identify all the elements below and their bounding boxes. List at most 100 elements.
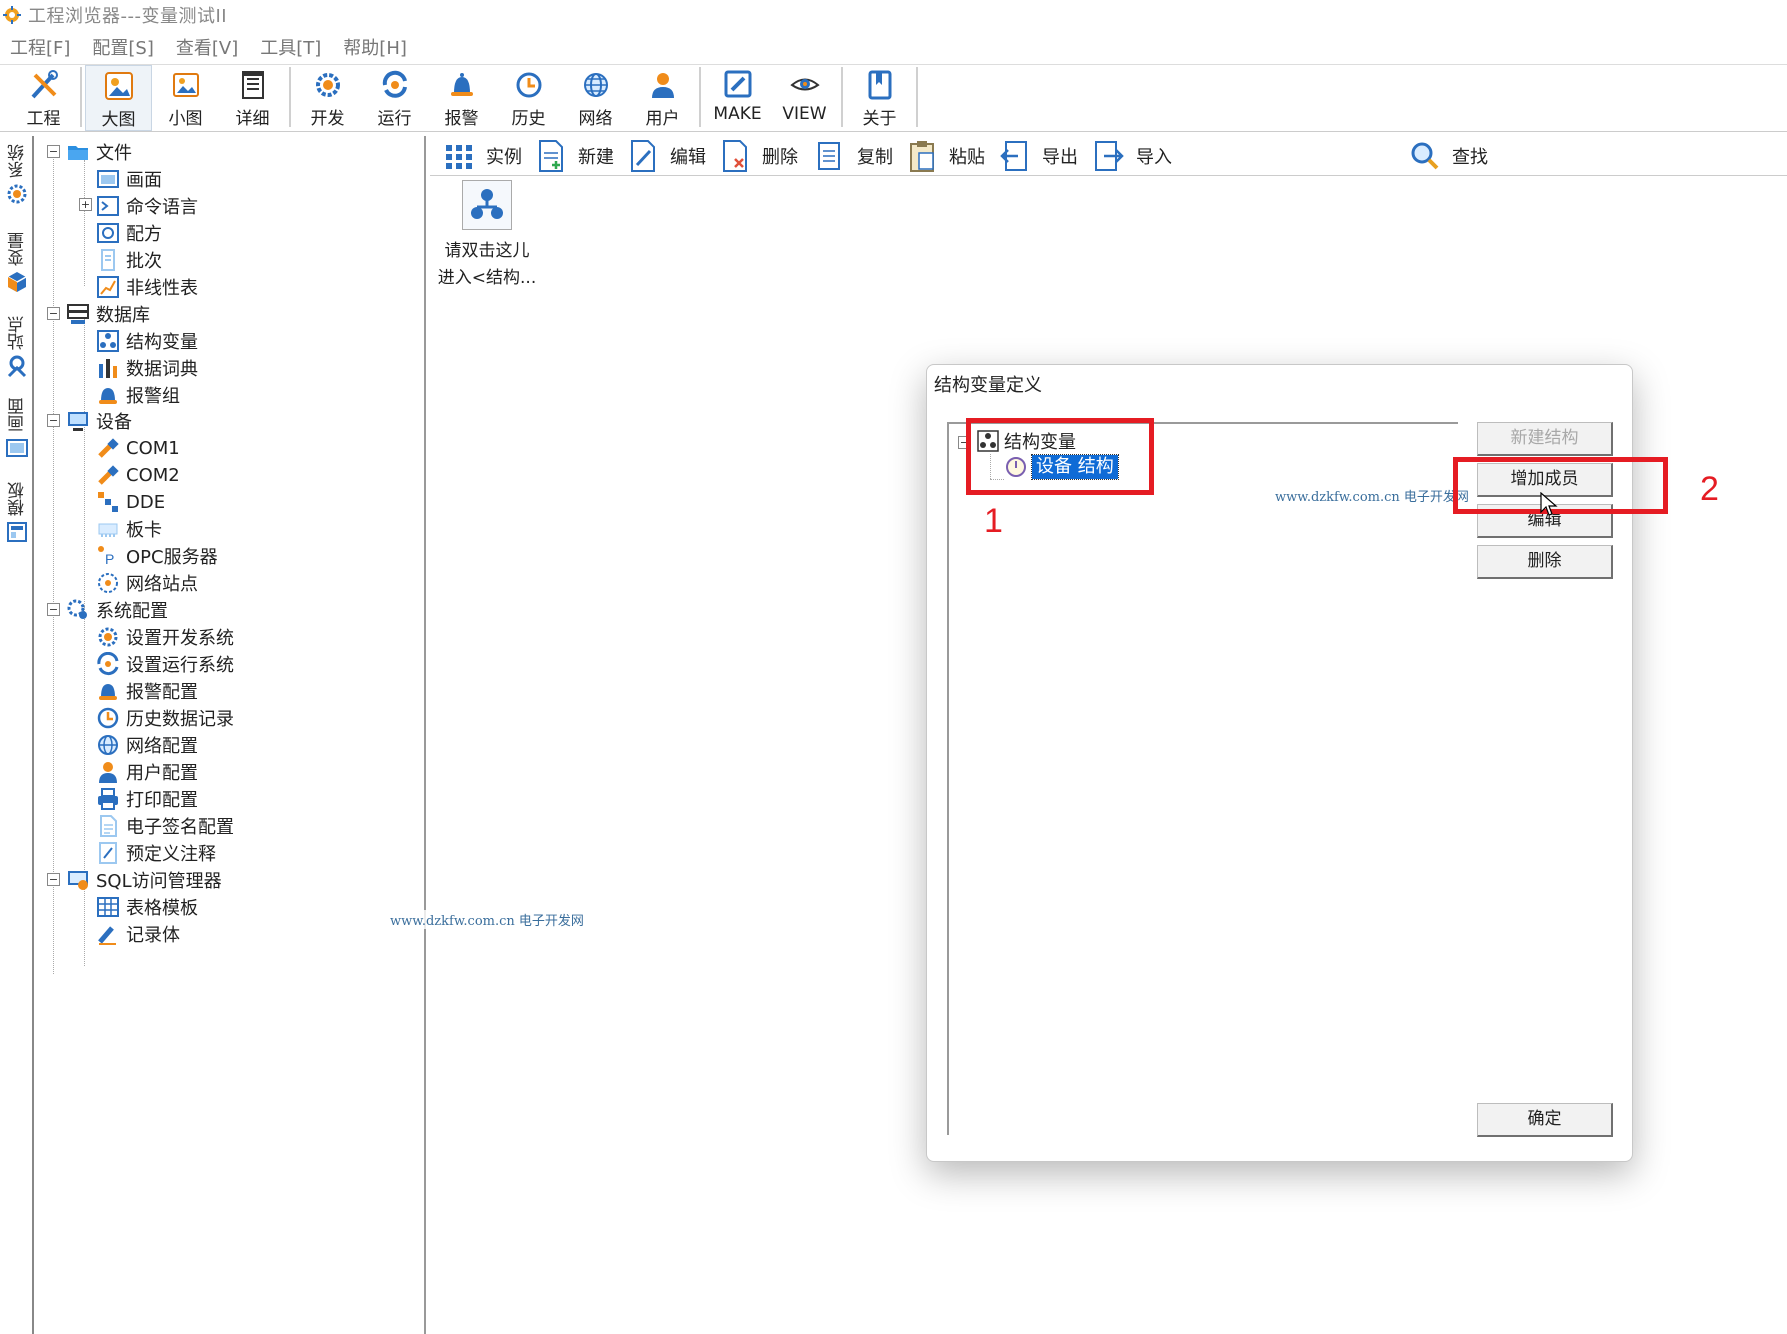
document-icon [100, 815, 117, 837]
tree-alarm-group[interactable]: 报警组 [96, 381, 180, 409]
menu-project[interactable]: 工程[F] [10, 34, 70, 60]
collapse-sql-manager[interactable]: − [47, 873, 60, 886]
cube-icon [7, 272, 27, 292]
tree-esign-config[interactable]: 电子签名配置 [96, 812, 234, 840]
tree-table-template[interactable]: 表格模板 [96, 893, 198, 921]
delete-button[interactable]: 删除 [720, 139, 798, 173]
printer-icon [98, 788, 118, 810]
tree-print-config[interactable]: 打印配置 [96, 785, 198, 813]
tree-file[interactable]: 文件 [66, 138, 132, 166]
ok-button[interactable]: 确定 [1477, 1103, 1613, 1137]
tree-data-dictionary[interactable]: 数据词典 [96, 354, 198, 382]
menu-config[interactable]: 配置[S] [92, 34, 153, 60]
bell-icon [450, 73, 473, 96]
struct-tree-view[interactable]: − 结构变量 设备 结构 [947, 422, 1458, 1135]
bell-icon [99, 684, 117, 700]
tree-com2[interactable]: COM2 [96, 461, 180, 489]
annotation-number-2: 2 [1700, 470, 1719, 508]
tree-device[interactable]: 设备 [66, 407, 132, 435]
small-icons-button[interactable]: 小图 [152, 65, 219, 131]
project-button[interactable]: 工程 [10, 65, 77, 131]
tree-batch[interactable]: 批次 [96, 246, 162, 274]
tree-database[interactable]: 数据库 [66, 300, 150, 328]
tree-com1[interactable]: COM1 [96, 434, 180, 462]
collapse-file[interactable]: − [47, 145, 60, 158]
menu-tools[interactable]: 工具[T] [260, 34, 321, 60]
about-button[interactable]: 关于 [846, 65, 913, 131]
table-icon [97, 897, 119, 917]
tab-screens[interactable]: 画面 [2, 398, 32, 464]
tree-struct-variable[interactable]: 结构变量 [96, 327, 198, 355]
watermark: www.dzkfw.com.cn 电子开发网 [1275, 486, 1469, 505]
pen-icon [98, 926, 116, 945]
develop-gear-icon [315, 73, 340, 97]
tab-templates[interactable]: 模板 [2, 482, 32, 548]
tree-sql-manager[interactable]: SQL访问管理器 [66, 866, 222, 894]
make-button[interactable]: MAKE [704, 65, 771, 131]
tab-system[interactable]: 系统 [2, 144, 32, 210]
struct-instance-item[interactable]: 请双击这儿 进入<结构... [432, 180, 542, 292]
tree-network-station[interactable]: 网络站点 [96, 569, 198, 597]
edit-button[interactable]: 编辑 [628, 139, 706, 173]
tree-user-config[interactable]: 用户配置 [96, 758, 198, 786]
tree-set-run-system[interactable]: 设置运行系统 [96, 650, 234, 678]
tree-history-record[interactable]: 历史数据记录 [96, 704, 234, 732]
make-pencil-icon [724, 70, 751, 98]
view-button[interactable]: VIEW [771, 65, 838, 131]
bars-icon [99, 359, 117, 378]
tree-predefined-notes[interactable]: 预定义注释 [96, 839, 216, 867]
history-button[interactable]: 历史 [495, 65, 562, 131]
import-icon [1095, 141, 1124, 171]
tree-alarm-config[interactable]: 报警配置 [96, 677, 198, 705]
develop-button[interactable]: 开发 [294, 65, 361, 131]
network-station-icon [98, 573, 118, 593]
tree-dde[interactable]: DDE [96, 488, 165, 516]
menu-view[interactable]: 查看[V] [176, 34, 238, 60]
user-button[interactable]: 用户 [629, 65, 696, 131]
svg-text:P: P [105, 551, 114, 567]
instance-caption: 请双击这儿 进入<结构... [437, 241, 537, 288]
collapse-database[interactable]: − [47, 307, 60, 320]
paste-button[interactable]: 粘贴 [907, 139, 985, 173]
sql-icon [68, 871, 88, 890]
folder-icon [68, 146, 88, 160]
export-button[interactable]: 导出 [1000, 139, 1078, 173]
tree-record-body[interactable]: 记录体 [96, 920, 180, 948]
large-icons-button[interactable]: 大图 [85, 65, 152, 131]
tree-system-config[interactable]: 系统配置 [66, 596, 168, 624]
expand-command-lang[interactable]: + [79, 198, 92, 211]
network-button[interactable]: 网络 [562, 65, 629, 131]
alarm-button[interactable]: 报警 [428, 65, 495, 131]
import-button[interactable]: 导入 [1094, 139, 1172, 173]
collapse-sys-config[interactable]: − [47, 603, 60, 616]
station-icon [7, 355, 27, 378]
gear-icon [98, 627, 118, 647]
tree-command-language[interactable]: 命令语言 [96, 192, 198, 220]
tree-network-config[interactable]: 网络配置 [96, 731, 198, 759]
details-button[interactable]: 详细 [219, 65, 286, 131]
batch-icon [101, 249, 115, 271]
delete-member-button[interactable]: 删除 [1477, 545, 1613, 579]
menu-help[interactable]: 帮助[H] [343, 34, 407, 60]
tab-stations[interactable]: 站点 [2, 316, 32, 382]
copy-button[interactable]: 复制 [815, 139, 893, 173]
tree-nonlinear[interactable]: 非线性表 [96, 273, 198, 301]
tree-set-dev-system[interactable]: 设置开发系统 [96, 623, 234, 651]
history-clock-icon [516, 72, 541, 98]
tab-variables[interactable]: 变量 [2, 232, 32, 298]
side-tab-strip: 系统 变量 站点 画面 模板 [0, 136, 34, 1334]
tree-opc-server[interactable]: P OPC服务器 [96, 542, 218, 570]
details-icon [241, 71, 264, 99]
find-button[interactable]: 查找 [1410, 139, 1488, 173]
new-button[interactable]: 新建 [536, 139, 614, 173]
main-toolbar: 工程 大图 小图 详细 开发 运行 报警 历史 网络 用户 MAKE VIEW … [0, 64, 1787, 132]
tree-screen[interactable]: 画面 [96, 165, 162, 193]
collapse-device[interactable]: − [47, 414, 60, 427]
instance-button[interactable]: 实例 [444, 139, 522, 173]
app-gear-icon [3, 6, 21, 24]
tree-recipe[interactable]: 配方 [96, 219, 162, 247]
run-button[interactable]: 运行 [361, 65, 428, 131]
new-struct-button[interactable]: 新建结构 [1477, 422, 1613, 456]
tree-line [84, 316, 85, 416]
tree-board[interactable]: 板卡 [96, 515, 162, 543]
